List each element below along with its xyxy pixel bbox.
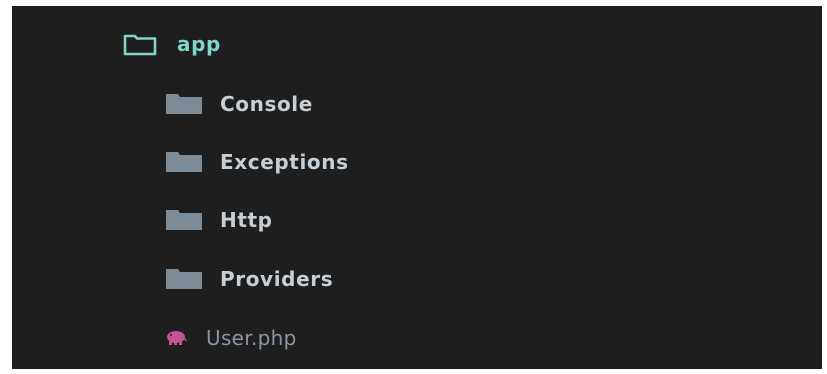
tree-folder-http[interactable]: Http: [162, 200, 273, 240]
tree-folder-exceptions[interactable]: Exceptions: [162, 142, 349, 182]
folder-icon: [162, 266, 206, 292]
tree-file-label: User.php: [206, 326, 297, 350]
tree-folder-label: Providers: [220, 267, 334, 291]
folder-icon: [162, 149, 206, 175]
folder-open-icon: [118, 30, 162, 58]
tree-folder-providers[interactable]: Providers: [162, 259, 333, 299]
tree-folder-label: Exceptions: [220, 150, 349, 174]
tree-file-user-php[interactable]: User.php: [162, 318, 297, 358]
tree-folder-label: Http: [220, 208, 273, 232]
file-tree-panel: app Console Exceptions Http Providers Us…: [12, 6, 822, 369]
folder-icon: [162, 207, 206, 233]
tree-folder-label: app: [177, 32, 221, 56]
tree-folder-app[interactable]: app: [118, 24, 221, 64]
tree-folder-console[interactable]: Console: [162, 84, 313, 124]
tree-folder-label: Console: [220, 92, 313, 116]
php-file-icon: [166, 329, 188, 347]
folder-icon: [162, 91, 206, 117]
